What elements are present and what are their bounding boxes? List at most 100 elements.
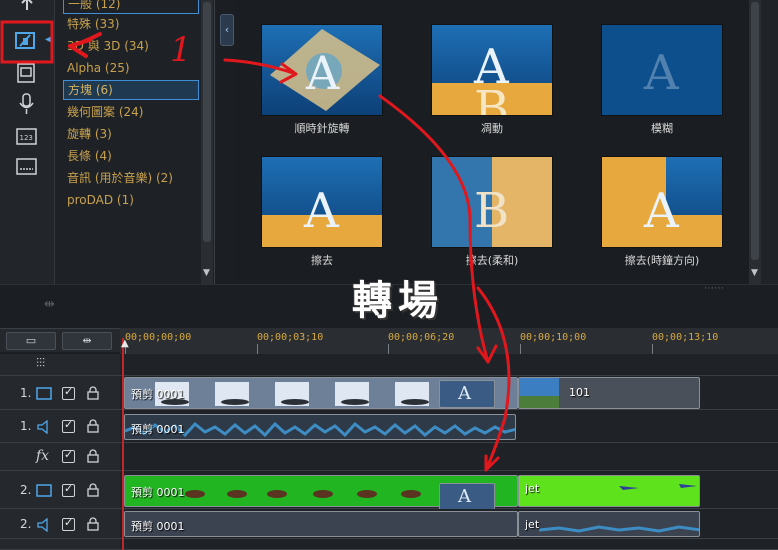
- track-header-filler: [0, 539, 120, 550]
- track-row-video-2: 預剪 0001 A jet: [120, 471, 778, 519]
- audio-clip[interactable]: 預剪 0001: [124, 511, 518, 537]
- svg-text:A: A: [643, 45, 680, 101]
- track-enable-checkbox[interactable]: [62, 418, 75, 433]
- category-item[interactable]: proDAD (1): [63, 190, 199, 210]
- playhead-handle-icon[interactable]: ▲: [121, 338, 129, 349]
- category-item[interactable]: 音訊 (用於音樂) (2): [63, 168, 199, 188]
- clip-name: 101: [569, 386, 590, 399]
- track-row-video-1: 預剪 0001 A 101: [120, 376, 778, 410]
- transition-thumbnail[interactable]: B: [431, 156, 553, 248]
- svg-text:A: A: [643, 183, 680, 239]
- transition-room-icon[interactable]: [14, 30, 40, 52]
- timecode-label: 00;00;06;20: [388, 332, 455, 343]
- clip-name: 預剪 0001: [131, 388, 185, 401]
- category-item[interactable]: 旋轉 (3): [63, 124, 199, 144]
- right-panel-edge: [761, 0, 778, 290]
- transition-label: 擦去(時鐘方向): [624, 254, 700, 267]
- library-icon-strip: ◀ 123: [0, 0, 55, 284]
- title-room-icon[interactable]: [14, 62, 40, 84]
- svg-text:A: A: [303, 183, 340, 239]
- svg-text:B: B: [474, 183, 509, 239]
- lock-icon[interactable]: [86, 419, 100, 433]
- collapse-panel-button[interactable]: ‹: [220, 14, 234, 46]
- clip-name: jet: [525, 482, 540, 495]
- track-enable-checkbox[interactable]: [62, 482, 75, 497]
- transition-grid: A 順時針旋轉 A B 凋動 A 模糊 A 擦去 B 擦去(柔和) A 擦去(時…: [236, 0, 768, 284]
- category-item[interactable]: 長條 (4): [63, 146, 199, 166]
- track-row-audio-2: 預剪 0001 jet: [120, 509, 778, 539]
- video-clip[interactable]: jet: [518, 475, 700, 507]
- track-row-effects: [120, 443, 778, 471]
- svg-text:B: B: [474, 81, 509, 116]
- track-header-video-2: 2.: [0, 471, 120, 509]
- grid-scrollbar[interactable]: ▼: [749, 0, 761, 284]
- playhead[interactable]: [122, 338, 124, 550]
- lock-icon[interactable]: [86, 449, 100, 463]
- timecode-label: 00;00;10;00: [520, 332, 587, 343]
- lock-icon[interactable]: [86, 517, 100, 531]
- video-track-icon: [36, 484, 52, 497]
- grip-icon[interactable]: ⋯⋯: [704, 283, 724, 294]
- category-item-selected[interactable]: 方塊 (6): [63, 80, 199, 100]
- clip-name: 預剪 0001: [131, 520, 185, 533]
- track-enable-checkbox[interactable]: [62, 448, 75, 463]
- mixer-row: [120, 354, 778, 376]
- timeline-view-button[interactable]: ⇹: [62, 332, 112, 350]
- annotation-title: 轉場: [352, 278, 444, 324]
- annotation-number: 1: [170, 30, 192, 70]
- transition-thumbnail[interactable]: A B: [431, 24, 553, 116]
- scrollbar-thumb[interactable]: [203, 2, 211, 242]
- track-header-effects: fx: [0, 443, 120, 471]
- transition-marker[interactable]: A: [439, 380, 495, 408]
- microphone-icon[interactable]: [14, 93, 40, 115]
- clip-name: 預剪 0001: [131, 486, 185, 499]
- category-item[interactable]: 一般 (12): [63, 0, 199, 14]
- scrollbar-thumb[interactable]: [751, 2, 759, 260]
- transition-label: 模糊: [651, 122, 673, 135]
- transition-thumbnail[interactable]: A: [601, 24, 723, 116]
- lock-icon[interactable]: [86, 483, 100, 497]
- track-enable-checkbox[interactable]: [62, 385, 75, 400]
- storyboard-view-button[interactable]: ▭: [6, 332, 56, 350]
- track-header-audio-2: 2.: [0, 509, 120, 539]
- category-item[interactable]: 幾何圖案 (24): [63, 102, 199, 122]
- upload-icon[interactable]: [14, 0, 40, 18]
- video-clip[interactable]: 101: [518, 377, 700, 409]
- split-handle-icon[interactable]: ⇹: [44, 297, 55, 312]
- timecode-label: 00;00;03;10: [257, 332, 324, 343]
- lock-icon[interactable]: [86, 386, 100, 400]
- audio-track-icon: [37, 420, 48, 434]
- video-track-icon: [36, 387, 52, 400]
- scroll-down-icon[interactable]: ▼: [203, 268, 210, 278]
- svg-text:123: 123: [20, 134, 33, 142]
- transition-thumbnail[interactable]: A: [261, 156, 383, 248]
- selected-indicator-icon: ◀: [45, 34, 53, 45]
- transition-thumbnail[interactable]: A: [601, 156, 723, 248]
- timeline-ruler[interactable]: 00;00;00;00 00;00;03;10 00;00;06;20 00;0…: [120, 328, 778, 354]
- track-header-audio-1: 1.: [0, 410, 120, 443]
- mixer-row-header: ⫶⫶⫶: [0, 354, 120, 376]
- transition-label: 順時針旋轉: [294, 122, 350, 135]
- track-row-filler: [120, 539, 778, 550]
- tile-letter: A: [305, 46, 340, 100]
- track-header-video-1: 1.: [0, 376, 120, 410]
- track-enable-checkbox[interactable]: [62, 516, 75, 531]
- chapter-icon[interactable]: 123: [14, 126, 40, 148]
- audio-track-icon: [37, 518, 48, 532]
- transition-label: 擦去: [311, 254, 333, 267]
- transition-thumbnail[interactable]: A: [261, 24, 383, 116]
- category-scrollbar[interactable]: ▼: [201, 0, 213, 284]
- transition-label: 擦去(柔和): [465, 254, 519, 267]
- audio-mixer-icon[interactable]: ⫶⫶⫶: [36, 356, 45, 371]
- audio-clip[interactable]: 預剪 0001: [124, 414, 516, 440]
- timecode-label: 00;00;00;00: [125, 332, 192, 343]
- track-row-audio-1: 預剪 0001: [120, 410, 778, 443]
- fx-icon: fx: [36, 448, 50, 464]
- clip-name: jet: [525, 518, 540, 531]
- scroll-down-icon[interactable]: ▼: [751, 268, 758, 278]
- subtitle-icon[interactable]: [14, 156, 40, 178]
- clip-name: 預剪 0001: [131, 423, 185, 436]
- timecode-label: 00;00;13;10: [652, 332, 719, 343]
- audio-clip[interactable]: jet: [518, 511, 700, 537]
- transition-label: 凋動: [481, 122, 503, 135]
